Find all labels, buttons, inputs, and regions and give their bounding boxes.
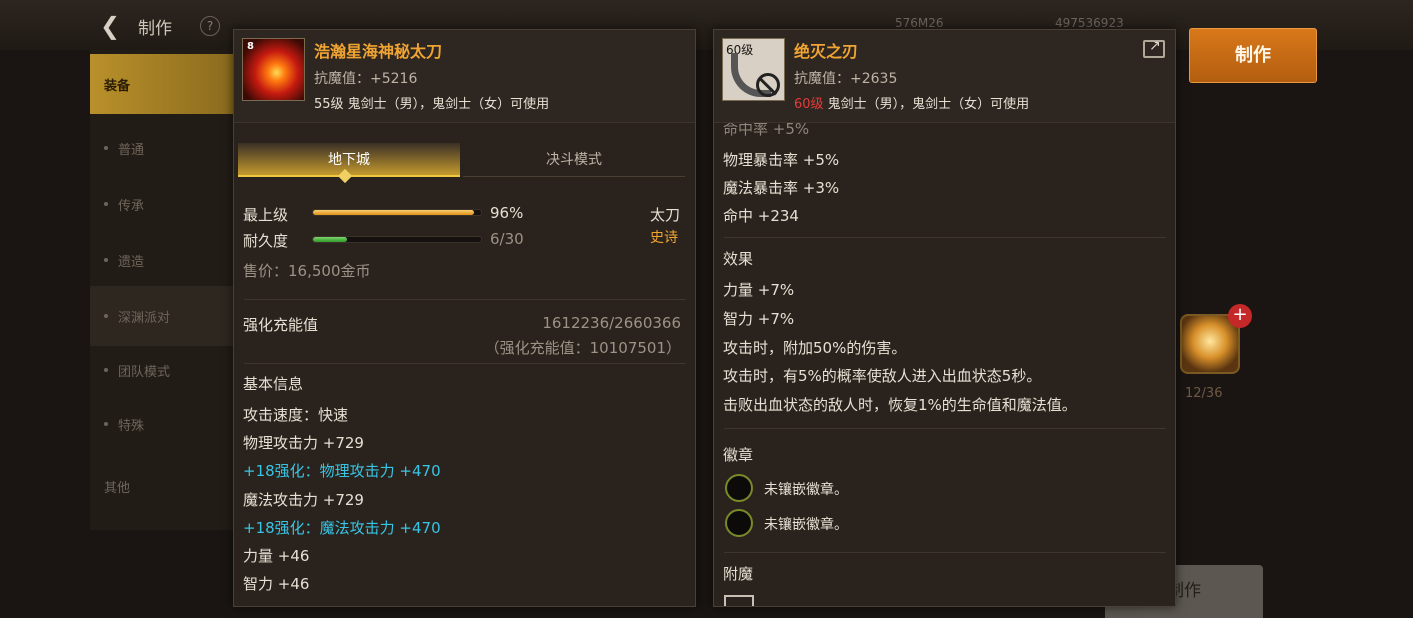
enchant-title: 附魔 <box>723 565 754 583</box>
charge-total: （强化充能值：10107501） <box>484 339 681 357</box>
emblem-title: 徽章 <box>723 446 754 464</box>
required-level: 60级 <box>794 97 824 112</box>
bullet-icon <box>104 422 108 426</box>
tooltip-header: 8 浩瀚星海神秘太刀 抗魔值：+5216 55级 鬼剑士（男），鬼剑士（女）可使… <box>234 30 695 123</box>
sidebar-item-label: 装备 <box>104 78 131 94</box>
durability-label: 耐久度 <box>243 232 289 250</box>
bullet-icon <box>104 202 108 206</box>
sidebar-item-label: 其他 <box>104 480 131 496</box>
stat-line: 智力 +46 <box>243 575 310 593</box>
sidebar-item-equipment[interactable]: 装备 <box>90 54 235 114</box>
sidebar-item-label: 遗造 <box>118 254 145 270</box>
back-arrow-icon[interactable]: ❮ <box>100 12 128 40</box>
craft-button[interactable]: 制作 <box>1189 28 1317 83</box>
item-requirement: 55级 鬼剑士（男），鬼剑士（女）可使用 <box>314 97 550 112</box>
emblem-status: 未镶嵌徽章。 <box>764 517 848 533</box>
item-name: 浩瀚星海神秘太刀 <box>314 42 443 61</box>
effect-line: 攻击时，附加50%的伤害。 <box>723 339 907 357</box>
currency-2: 497536923 <box>1055 16 1124 30</box>
max-level-bar-fill <box>313 210 475 215</box>
currency-1: 576M26 <box>895 16 944 30</box>
emblem-slot-icon[interactable] <box>725 509 753 537</box>
sidebar-item-label: 特殊 <box>118 418 145 434</box>
divider <box>244 363 686 364</box>
emblem-status: 未镶嵌徽章。 <box>764 482 848 498</box>
sidebar-item-legacy[interactable]: 传承 <box>90 174 235 234</box>
enchant-slot-icon[interactable] <box>724 595 754 606</box>
sidebar-item-relic[interactable]: 遗造 <box>90 230 235 290</box>
sidebar-item-label: 普通 <box>118 142 145 158</box>
stat-line: 物理攻击力 +729 <box>243 434 364 452</box>
sidebar-item-abyss[interactable]: 深渊派对 <box>90 286 235 346</box>
bullet-icon <box>104 258 108 262</box>
item-name: 绝灭之刃 <box>794 42 859 61</box>
share-icon[interactable] <box>1143 38 1165 58</box>
effect-line: 力量 +7% <box>723 281 795 299</box>
item-resist: 抗魔值：+2635 <box>794 71 898 87</box>
durability-bar <box>312 236 482 243</box>
sidebar-item-special[interactable]: 特殊 <box>90 394 235 454</box>
unusable-icon <box>756 73 780 97</box>
charge-value: 1612236/2660366 <box>542 314 681 332</box>
tab-dungeon[interactable]: 地下城 <box>238 143 460 177</box>
max-level-bar <box>312 209 482 216</box>
sidebar-item-label: 团队模式 <box>118 364 171 380</box>
katana-item-icon: 8 <box>242 38 305 101</box>
sidebar-item-other[interactable]: 其他 <box>90 456 235 516</box>
sell-price: 售价：16,500金币 <box>243 262 371 280</box>
effect-title: 效果 <box>723 250 754 268</box>
max-level-label: 最上级 <box>243 206 289 224</box>
tooltip-header: 60级 绝灭之刃 抗魔值：+2635 60级 鬼剑士（男），鬼剑士（女）可使用 <box>714 30 1175 123</box>
charge-label: 强化充能值 <box>243 316 319 334</box>
page-title: 制作 <box>138 19 172 39</box>
blade-item-icon: 60级 <box>722 38 785 101</box>
item-resist: 抗魔值：+5216 <box>314 71 418 87</box>
stat-line: 物理暴击率 +5% <box>723 151 840 169</box>
tooltip-tabs: 地下城 决斗模式 <box>238 143 685 177</box>
stat-line: 魔法暴击率 +3% <box>723 179 840 197</box>
durability-bar-fill <box>313 237 347 242</box>
material-count: 12/36 <box>1185 386 1223 401</box>
tab-pvp[interactable]: 决斗模式 <box>463 143 685 177</box>
stat-line: 力量 +46 <box>243 547 310 565</box>
divider <box>244 299 686 300</box>
add-material-button[interactable]: + <box>1228 304 1252 328</box>
sidebar-item-label: 传承 <box>118 198 145 214</box>
emblem-slot-icon[interactable] <box>725 474 753 502</box>
sidebar-item-normal[interactable]: 普通 <box>90 118 235 178</box>
requirement-text: 鬼剑士（男），鬼剑士（女）可使用 <box>823 97 1030 112</box>
effect-line: 击败出血状态的敌人时，恢复1%的生命值和魔法值。 <box>723 396 1077 414</box>
item-tooltip-left: 8 浩瀚星海神秘太刀 抗魔值：+5216 55级 鬼剑士（男），鬼剑士（女）可使… <box>233 29 696 607</box>
category-sidebar: 装备 普通 传承 遗造 深渊派对 团队模式 特殊 其他 <box>90 50 235 530</box>
divider <box>724 552 1166 553</box>
effect-line: 攻击时，有5%的概率使敌人进入出血状态5秒。 <box>723 367 1042 385</box>
stat-line: 魔法攻击力 +729 <box>243 491 364 509</box>
durability-value: 6/30 <box>490 230 524 248</box>
sidebar-item-raid[interactable]: 团队模式 <box>90 340 235 400</box>
stat-line-enhance: +18强化：物理攻击力 +470 <box>243 462 441 480</box>
stat-line-enhance: +18强化：魔法攻击力 +470 <box>243 519 441 537</box>
max-level-value: 96% <box>490 204 524 222</box>
item-requirement: 60级 鬼剑士（男），鬼剑士（女）可使用 <box>794 93 1029 112</box>
item-tooltip-right: 命中率 +5% 60级 绝灭之刃 抗魔值：+2635 60级 鬼剑士（男），鬼剑… <box>713 29 1176 607</box>
help-icon[interactable]: ? <box>200 16 220 36</box>
basic-info-title: 基本信息 <box>243 375 304 393</box>
bullet-icon <box>104 314 108 318</box>
divider <box>724 237 1166 238</box>
divider <box>724 428 1166 429</box>
effect-line: 智力 +7% <box>723 310 795 328</box>
bullet-icon <box>104 368 108 372</box>
rarity-label: 史诗 <box>650 230 678 246</box>
weapon-type: 太刀 <box>650 206 681 224</box>
stat-line: 攻击速度：快速 <box>243 406 349 424</box>
stat-line: 命中 +234 <box>723 207 799 225</box>
sidebar-item-label: 深渊派对 <box>118 310 171 326</box>
icon-tag: 8 <box>247 41 254 52</box>
bullet-icon <box>104 146 108 150</box>
